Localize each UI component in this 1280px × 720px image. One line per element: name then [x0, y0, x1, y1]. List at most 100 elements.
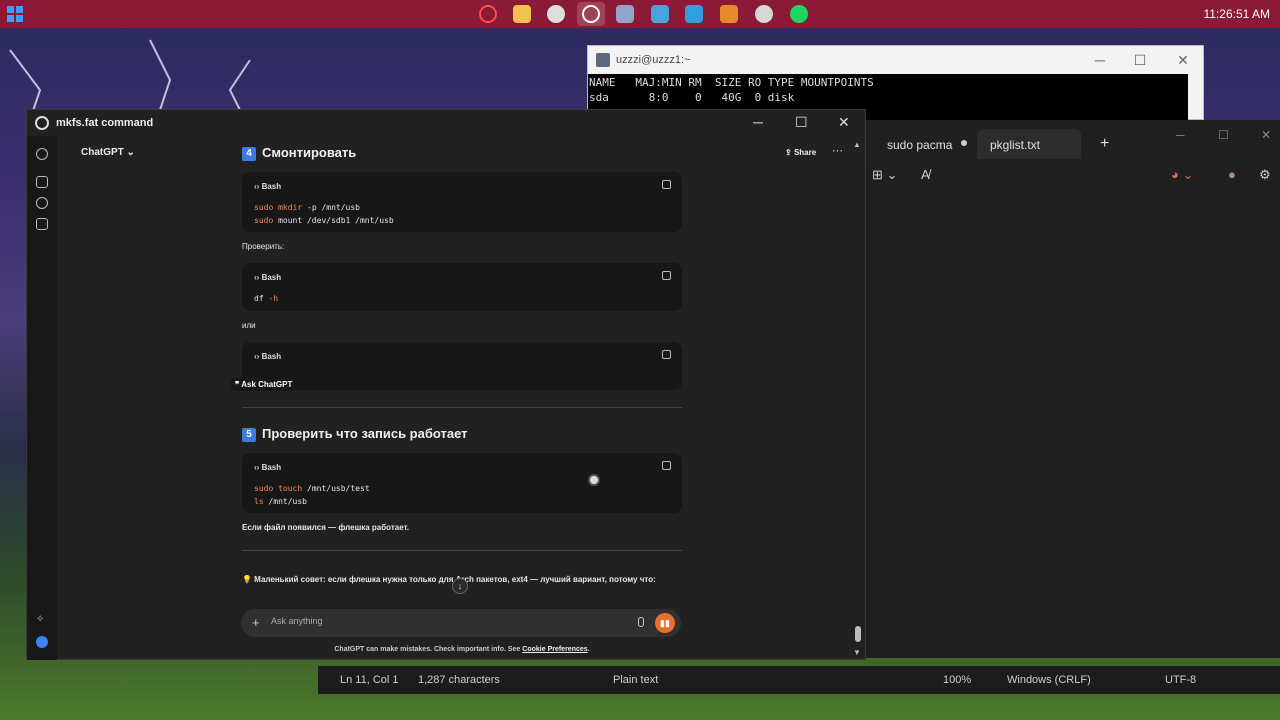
terminal-titlebar[interactable]: uzzzi@uzzz1:~ ─ ☐ ✕ — [588, 46, 1203, 74]
copy-icon[interactable] — [662, 461, 671, 470]
heading-text: Смонтировать — [262, 145, 357, 160]
code-language: ‹› Bash — [254, 182, 282, 191]
copilot-icon[interactable]: ◕ ⌄ — [1171, 167, 1193, 183]
new-chat-icon[interactable] — [36, 176, 48, 188]
cookie-preferences-link[interactable]: Cookie Preferences — [522, 646, 587, 653]
code-block: ‹› Bash sudo mkdir -p /mnt/usb sudo moun… — [242, 172, 682, 232]
sparkle-icon[interactable]: ✧ — [36, 614, 48, 626]
step-number-badge: 5 — [242, 428, 256, 442]
library-icon[interactable] — [36, 218, 48, 230]
copy-icon[interactable] — [662, 271, 671, 280]
code-token: /mnt/usb/test — [307, 484, 370, 493]
avatar[interactable] — [36, 636, 48, 648]
section-heading-mount: 4 Смонтировать — [242, 145, 356, 161]
chatgpt-icon[interactable] — [582, 5, 600, 23]
close-icon[interactable]: ✕ — [1173, 52, 1193, 69]
layout-icon[interactable]: ⊞ ⌄ — [872, 167, 897, 183]
code-block: ‹› Bash sudo touch /mnt/usb/test ls /mnt… — [242, 453, 682, 513]
code-block: ‹› Bash df -h — [242, 263, 682, 311]
code-token: sudo — [254, 203, 274, 212]
openai-logo-icon[interactable] — [36, 148, 48, 160]
code-token: mkdir — [278, 203, 303, 212]
maximize-icon[interactable]: ☐ — [1130, 52, 1150, 69]
putty-icon[interactable] — [616, 5, 634, 23]
file-explorer-icon[interactable] — [513, 5, 531, 23]
code-token: sudo — [254, 216, 274, 225]
attach-icon[interactable]: + — [252, 615, 260, 630]
scroll-down-icon[interactable]: ↓ — [452, 578, 468, 594]
paragraph: или — [242, 321, 256, 330]
model-selector[interactable]: ChatGPT ⌄ — [81, 147, 135, 158]
char-count: 1,287 characters — [418, 674, 500, 686]
close-icon[interactable]: ✕ — [838, 114, 850, 131]
disclaimer: ChatGPT can make mistakes. Check importa… — [334, 646, 590, 653]
gear-icon[interactable]: ⚙ — [1259, 167, 1271, 183]
paragraph: Проверить: — [242, 242, 285, 251]
notepad-window[interactable]: sudo pacma pkglist.txt + ─ ☐ ✕ ⊞ ⌄ A̸ ◕ … — [866, 120, 1280, 658]
window-title: mkfs.fat command — [56, 117, 154, 129]
tab-sudo-pacman[interactable]: sudo pacma — [887, 138, 952, 152]
mouse-cursor — [588, 474, 600, 486]
lang-label: Bash — [261, 463, 282, 472]
chat-titlebar[interactable]: mkfs.fat command ─ ☐ ✕ — [27, 110, 865, 136]
voice-mode-button[interactable]: ▮▮ — [655, 613, 675, 633]
new-tab-icon[interactable]: + — [1100, 135, 1109, 153]
disclaimer-text: ChatGPT can make mistakes. Check importa… — [334, 646, 521, 653]
scroll-down-arrow-icon[interactable]: ▼ — [853, 648, 861, 657]
copy-icon[interactable] — [662, 350, 671, 359]
code-token: sudo — [254, 484, 274, 493]
close-icon[interactable]: ✕ — [1261, 128, 1271, 142]
encoding[interactable]: UTF-8 — [1165, 674, 1196, 686]
code-token: -h — [268, 294, 279, 303]
divider — [242, 407, 682, 408]
line-ending[interactable]: Windows (CRLF) — [1007, 674, 1091, 686]
code-token: touch — [278, 484, 303, 493]
maximize-icon[interactable]: ☐ — [1218, 128, 1229, 142]
spellcheck-icon[interactable]: A̸ — [921, 167, 930, 182]
spotify-icon[interactable] — [790, 5, 808, 23]
profile-icon[interactable]: ● — [1228, 167, 1236, 182]
code-token: -p /mnt/usb — [307, 203, 360, 212]
more-options-icon[interactable]: ⋯ — [832, 144, 843, 157]
code-language: ‹› Bash — [254, 463, 282, 472]
windows-app-icon[interactable] — [720, 5, 738, 23]
minimize-icon[interactable]: ─ — [753, 114, 763, 130]
copy-icon[interactable] — [662, 180, 671, 189]
minimize-icon[interactable]: ─ — [1090, 52, 1110, 68]
minimize-icon[interactable]: ─ — [1176, 128, 1185, 142]
chat-input-bar[interactable]: + ▮▮ — [241, 609, 681, 637]
step-number-badge: 4 — [242, 147, 256, 161]
code-block: ‹› Bash — [242, 342, 682, 390]
code-language: ‹› Bash — [254, 352, 282, 361]
start-icon[interactable] — [7, 6, 23, 22]
scrollbar[interactable]: ▲ ▼ — [853, 140, 863, 660]
scroll-thumb[interactable] — [855, 626, 861, 642]
code-text[interactable]: df -h — [254, 292, 278, 305]
ask-chatgpt-button[interactable]: ❞ Ask ChatGPT — [231, 378, 297, 391]
maximize-icon[interactable]: ☐ — [795, 114, 808, 131]
ask-chatgpt-label: Ask ChatGPT — [241, 380, 293, 389]
code-token: ls — [254, 497, 264, 506]
notepad-icon[interactable] — [651, 5, 669, 23]
microphone-icon[interactable] — [638, 617, 644, 627]
code-text[interactable]: sudo touch /mnt/usb/test ls /mnt/usb — [254, 482, 370, 508]
chatgpt-window[interactable]: mkfs.fat command ─ ☐ ✕ ✧ ChatGPT ⌄ ⇪ Sha… — [26, 109, 866, 660]
zoom-level[interactable]: 100% — [943, 674, 971, 686]
code-text[interactable]: sudo mkdir -p /mnt/usb sudo mount /dev/s… — [254, 201, 394, 227]
share-button[interactable]: ⇪ Share — [785, 148, 816, 157]
chat-input[interactable] — [271, 616, 611, 626]
app-icon[interactable] — [547, 5, 565, 23]
clock[interactable]: 11:26:51 AM — [1204, 7, 1271, 21]
cursor-position: Ln 11, Col 1 — [340, 674, 399, 686]
lang-label: Bash — [261, 182, 282, 191]
vscode-icon[interactable] — [685, 5, 703, 23]
model-name: ChatGPT — [81, 147, 124, 158]
notepad-statusbar: Ln 11, Col 1 1,287 characters Plain text… — [318, 666, 1280, 694]
heading-text: Проверить что запись работает — [262, 426, 468, 441]
steam-icon[interactable] — [755, 5, 773, 23]
search-icon[interactable] — [479, 5, 497, 23]
scroll-up-arrow-icon[interactable]: ▲ — [853, 140, 861, 149]
code-token: mount /dev/sdb1 /mnt/usb — [278, 216, 394, 225]
search-icon[interactable] — [36, 197, 48, 209]
tab-pkglist[interactable]: pkglist.txt — [990, 138, 1040, 152]
